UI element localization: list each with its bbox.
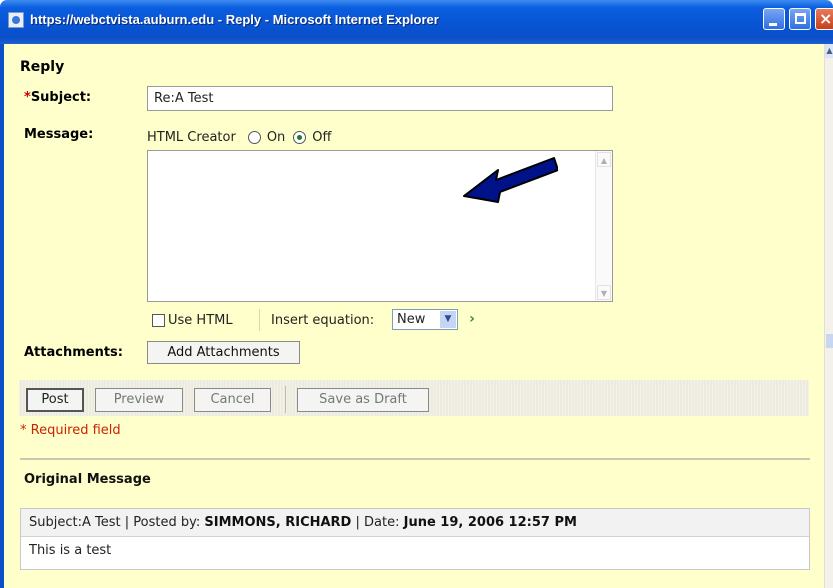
- subject-label-text: Subject:: [30, 90, 92, 105]
- page-title: Reply: [20, 59, 65, 75]
- html-creator-label: HTML Creator: [147, 130, 236, 145]
- subject-input[interactable]: Re:A Test: [147, 86, 613, 111]
- orig-date: June 19, 2006 12:57 PM: [403, 515, 577, 530]
- toolbar-divider: [259, 309, 260, 331]
- use-html-checkbox[interactable]: [152, 314, 165, 327]
- chevron-down-icon[interactable]: ▼: [440, 311, 456, 328]
- orig-author: SIMMONS, RICHARD: [204, 515, 352, 530]
- subject-label: *Subject:: [24, 90, 91, 105]
- insert-equation-label: Insert equation:: [271, 313, 375, 328]
- required-field-note: * Required field: [20, 423, 121, 438]
- original-message-body: This is a test: [29, 543, 112, 558]
- orig-posted-prefix: Posted by:: [133, 515, 201, 530]
- action-divider: [285, 386, 286, 413]
- scroll-up-arrow-icon[interactable]: ▲: [825, 44, 833, 58]
- original-message-header: Subject:A Test | Posted by: SIMMONS, RIC…: [21, 509, 809, 537]
- orig-subject-prefix: Subject:: [29, 515, 82, 530]
- html-creator-off-label[interactable]: Off: [312, 130, 331, 145]
- cancel-button[interactable]: Cancel: [194, 388, 271, 412]
- window-title: https://webctvista.auburn.edu - Reply - …: [30, 12, 439, 27]
- ie-page-icon: [8, 12, 24, 28]
- post-button[interactable]: Post: [26, 388, 84, 412]
- required-marker: *: [24, 90, 31, 105]
- html-creator-on-label[interactable]: On: [267, 130, 285, 145]
- close-button[interactable]: ×: [815, 8, 833, 30]
- preview-button[interactable]: Preview: [95, 388, 183, 412]
- orig-subject: A Test: [81, 515, 121, 530]
- html-creator-off-radio[interactable]: [293, 131, 307, 144]
- scrollbar-grip[interactable]: [826, 334, 833, 348]
- minimize-icon: [769, 23, 777, 26]
- scroll-down-icon[interactable]: ▼: [597, 285, 611, 300]
- equation-select-value: New: [397, 312, 426, 327]
- close-icon: ×: [819, 9, 833, 28]
- green-chevron-icon[interactable]: ›: [463, 309, 481, 329]
- maximize-icon: [795, 13, 806, 24]
- original-message-title: Original Message: [24, 472, 151, 487]
- html-creator-on-radio[interactable]: [247, 131, 261, 144]
- attachments-label: Attachments:: [24, 345, 123, 360]
- message-scrollbar[interactable]: ▲ ▼: [595, 151, 612, 301]
- use-html-label[interactable]: Use HTML: [168, 313, 233, 328]
- use-html-option[interactable]: Use HTML: [152, 313, 233, 328]
- blue-arrow-icon: [463, 157, 558, 203]
- maximize-button[interactable]: [789, 8, 811, 30]
- minimize-button[interactable]: [763, 8, 785, 30]
- section-divider: [20, 458, 810, 460]
- save-draft-button[interactable]: Save as Draft: [297, 388, 429, 412]
- message-label: Message:: [24, 127, 94, 142]
- window-titlebar[interactable]: https://webctvista.auburn.edu - Reply - …: [0, 0, 833, 44]
- page-scrollbar[interactable]: ▲: [824, 44, 833, 588]
- html-creator-control: HTML Creator On Off: [147, 130, 332, 145]
- original-message-box: Subject:A Test | Posted by: SIMMONS, RIC…: [20, 508, 810, 570]
- equation-select[interactable]: New ▼: [392, 309, 458, 330]
- orig-date-prefix: Date:: [364, 515, 400, 530]
- add-attachments-button[interactable]: Add Attachments: [147, 341, 300, 364]
- scroll-up-icon[interactable]: ▲: [597, 152, 611, 167]
